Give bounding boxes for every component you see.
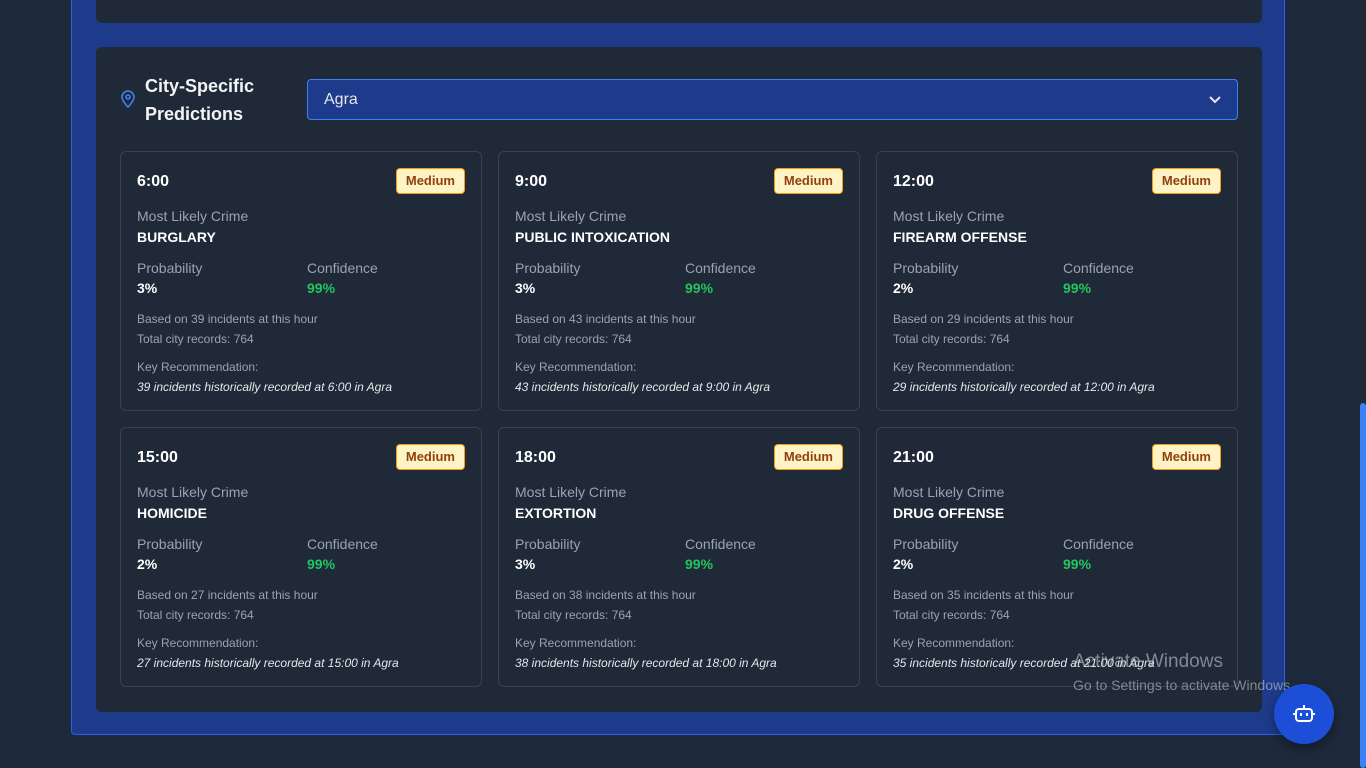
confidence-value: 99% xyxy=(307,556,336,572)
previous-panel xyxy=(96,0,1262,23)
card-time: 18:00 xyxy=(515,449,556,466)
confidence-label: Confidence xyxy=(685,260,756,276)
prediction-card: 12:00 Medium Most Likely Crime FIREARM OFFE… xyxy=(876,151,1238,411)
probability-value: 2% xyxy=(893,280,914,296)
probability-value: 3% xyxy=(515,556,536,572)
prediction-card: 9:00 Medium Most Likely Crime PUBLIC INTOXI… xyxy=(498,151,860,411)
confidence-label: Confidence xyxy=(1063,536,1134,552)
activation-watermark-subtitle: Go to Settings to activate Windows. xyxy=(1073,677,1294,693)
probability-value: 2% xyxy=(893,556,914,572)
probability-label: Probability xyxy=(893,536,959,552)
confidence-label: Confidence xyxy=(1063,260,1134,276)
confidence-label: Confidence xyxy=(307,536,378,552)
prediction-card: 6:00 Medium Most Likely Crime BURGLARY Proba… xyxy=(120,151,482,411)
confidence-value: 99% xyxy=(685,280,714,296)
total-records: Total city records: 764 xyxy=(137,332,254,346)
key-recommendation-label: Key Recommendation: xyxy=(893,636,1015,650)
card-time: 21:00 xyxy=(893,449,934,466)
prediction-card: 21:00 Medium Most Likely Crime DRUG OFFENSE… xyxy=(876,427,1238,687)
robot-icon xyxy=(1293,705,1315,722)
risk-badge: Medium xyxy=(395,168,465,194)
crime-type: DRUG OFFENSE xyxy=(893,505,1005,521)
prediction-card: 18:00 Medium Most Likely Crime EXTORTION Pro… xyxy=(498,427,860,687)
prediction-card: 15:00 Medium Most Likely Crime HOMICIDE Prob… xyxy=(120,427,482,687)
key-recommendation: 43 incidents historically recorded at 9:… xyxy=(515,380,771,394)
city-select-value: Agra xyxy=(324,90,358,108)
key-recommendation: 38 incidents historically recorded at 18… xyxy=(515,656,777,670)
incident-basis: Based on 29 incidents at this hour xyxy=(893,312,1074,326)
most-likely-label: Most Likely Crime xyxy=(137,484,249,500)
key-recommendation: 39 incidents historically recorded at 6:… xyxy=(137,380,393,394)
risk-badge: Medium xyxy=(1151,168,1221,194)
card-time: 6:00 xyxy=(137,173,170,190)
most-likely-label: Most Likely Crime xyxy=(893,208,1005,224)
city-select[interactable]: Agra xyxy=(307,79,1238,120)
probability-value: 2% xyxy=(137,556,158,572)
probability-value: 3% xyxy=(515,280,536,296)
most-likely-label: Most Likely Crime xyxy=(893,484,1005,500)
incident-basis: Based on 43 incidents at this hour xyxy=(515,312,696,326)
key-recommendation: 27 incidents historically recorded at 15… xyxy=(137,656,399,670)
probability-label: Probability xyxy=(515,536,581,552)
scrollbar-thumb[interactable] xyxy=(1360,403,1366,768)
map-pin-icon xyxy=(121,90,135,108)
incident-basis: Based on 27 incidents at this hour xyxy=(137,588,318,602)
risk-badge: Medium xyxy=(773,444,843,470)
risk-badge: Medium xyxy=(773,168,843,194)
confidence-value: 99% xyxy=(1063,280,1092,296)
key-recommendation-label: Key Recommendation: xyxy=(893,360,1015,374)
total-records: Total city records: 764 xyxy=(137,608,254,622)
probability-label: Probability xyxy=(137,536,203,552)
card-time: 15:00 xyxy=(137,449,178,466)
probability-value: 3% xyxy=(137,280,158,296)
crime-type: FIREARM OFFENSE xyxy=(893,229,1027,245)
section-title: City-Specific Predictions xyxy=(145,76,255,124)
key-recommendation-label: Key Recommendation: xyxy=(515,360,637,374)
total-records: Total city records: 764 xyxy=(515,608,632,622)
crime-type: BURGLARY xyxy=(137,229,216,245)
crime-type: EXTORTION xyxy=(515,505,597,521)
key-recommendation: 29 incidents historically recorded at 12… xyxy=(893,380,1155,394)
total-records: Total city records: 764 xyxy=(893,332,1010,346)
probability-label: Probability xyxy=(893,260,959,276)
confidence-value: 99% xyxy=(1063,556,1092,572)
incident-basis: Based on 35 incidents at this hour xyxy=(893,588,1074,602)
confidence-label: Confidence xyxy=(307,260,378,276)
crime-type: HOMICIDE xyxy=(137,505,207,521)
prediction-grid: 6:00 Medium Most Likely Crime BURGLARY Proba… xyxy=(120,151,1238,687)
confidence-value: 99% xyxy=(307,280,336,296)
incident-basis: Based on 39 incidents at this hour xyxy=(137,312,318,326)
key-recommendation-label: Key Recommendation: xyxy=(515,636,637,650)
activation-watermark-title: Activate Windows xyxy=(1073,651,1223,672)
confidence-label: Confidence xyxy=(685,536,756,552)
key-recommendation-label: Key Recommendation: xyxy=(137,360,259,374)
crime-type: PUBLIC INTOXICATION xyxy=(515,229,671,245)
card-time: 9:00 xyxy=(515,173,548,190)
total-records: Total city records: 764 xyxy=(893,608,1010,622)
probability-label: Probability xyxy=(137,260,203,276)
most-likely-label: Most Likely Crime xyxy=(515,484,627,500)
risk-badge: Medium xyxy=(1151,444,1221,470)
total-records: Total city records: 764 xyxy=(515,332,632,346)
risk-badge: Medium xyxy=(395,444,465,470)
card-time: 12:00 xyxy=(893,173,934,190)
confidence-value: 99% xyxy=(685,556,714,572)
chevron-down-icon xyxy=(1209,95,1221,103)
key-recommendation-label: Key Recommendation: xyxy=(137,636,259,650)
probability-label: Probability xyxy=(515,260,581,276)
incident-basis: Based on 38 incidents at this hour xyxy=(515,588,696,602)
assistant-button[interactable] xyxy=(1274,684,1334,744)
most-likely-label: Most Likely Crime xyxy=(137,208,249,224)
most-likely-label: Most Likely Crime xyxy=(515,208,627,224)
